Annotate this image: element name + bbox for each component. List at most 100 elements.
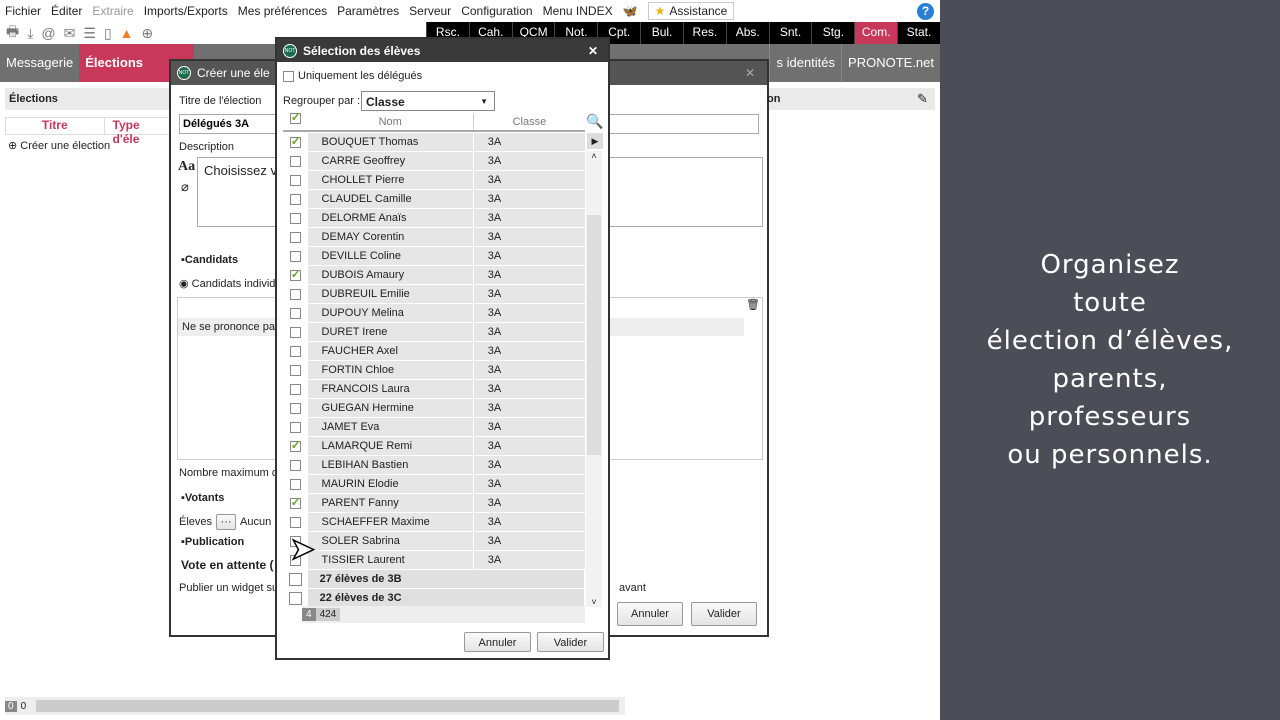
phone-icon[interactable]: ▯ — [104, 25, 112, 42]
group-checkbox[interactable] — [288, 591, 302, 605]
student-row[interactable]: LEBIHAN Bastien 3A — [283, 456, 585, 475]
menu-3[interactable]: Imports/Exports — [144, 4, 228, 18]
tab-10[interactable]: Com. — [854, 22, 898, 44]
student-checkbox[interactable] — [289, 516, 301, 528]
student-row[interactable]: DUBOIS Amaury3A — [283, 266, 585, 285]
student-row[interactable]: DEVILLE Coline 3A — [283, 247, 585, 266]
student-row[interactable]: CHOLLET Pierre 3A — [283, 171, 585, 190]
student-checkbox[interactable] — [289, 174, 301, 186]
student-row[interactable]: FAUCHER Axel 3A — [283, 342, 585, 361]
trash-icon[interactable]: 🗑 — [746, 298, 760, 311]
student-checkbox[interactable] — [289, 288, 301, 300]
attach-icon[interactable]: ⌀ — [181, 179, 189, 195]
select-all-checkbox[interactable] — [283, 110, 308, 130]
tab-7[interactable]: Abs. — [725, 22, 769, 44]
student-checkbox[interactable] — [289, 250, 301, 262]
student-row[interactable]: FRANCOIS Laura 3A — [283, 380, 585, 399]
tab-11[interactable]: Stat. — [897, 22, 940, 44]
edit-icon[interactable]: ✎ — [917, 91, 928, 107]
student-row[interactable]: LAMARQUE Remi3A — [283, 437, 585, 456]
select-validate-button[interactable]: Valider — [537, 632, 604, 652]
student-row[interactable]: JAMET Eva 3A — [283, 418, 585, 437]
nav-pronote[interactable]: PRONOTE.net — [841, 44, 940, 82]
font-icon[interactable]: Aa — [178, 159, 195, 175]
nav-messagerie[interactable]: Messagerie — [0, 44, 79, 82]
email-icon[interactable]: @ — [41, 25, 55, 41]
student-checkbox[interactable] — [289, 267, 301, 281]
student-checkbox[interactable] — [289, 345, 301, 357]
group-checkbox[interactable] — [288, 572, 302, 586]
tab-9[interactable]: Stg. — [811, 22, 854, 44]
student-checkbox[interactable] — [289, 421, 301, 433]
menu-8[interactable]: Menu INDEX — [543, 4, 613, 18]
group-select[interactable]: Classe ▼ — [361, 91, 495, 111]
student-row[interactable]: GUEGAN Hermine 3A — [283, 399, 585, 418]
menu-1[interactable]: Éditer — [51, 4, 82, 18]
create-validate-button[interactable]: Valider — [691, 602, 757, 626]
student-checkbox[interactable] — [289, 364, 301, 376]
student-checkbox[interactable] — [289, 459, 301, 471]
student-checkbox[interactable] — [289, 383, 301, 395]
v-scrollbar[interactable]: ˄ ˅ — [586, 151, 602, 607]
student-checkbox[interactable] — [289, 307, 301, 319]
student-row[interactable]: DELORME Anaïs 3A — [283, 209, 585, 228]
col-nom[interactable]: Nom — [308, 113, 474, 130]
student-row[interactable]: SCHAEFFER Maxime 3A — [283, 513, 585, 532]
print-icon[interactable]: 🖶 — [6, 21, 19, 45]
only-delegates-checkbox[interactable]: Uniquement les délégués — [283, 70, 422, 82]
student-row[interactable]: TISSIER Laurent 3A — [283, 551, 585, 570]
student-row[interactable]: DUBREUIL Emilie 3A — [283, 285, 585, 304]
student-checkbox[interactable] — [289, 155, 301, 167]
student-row[interactable]: FORTIN Chloe 3A — [283, 361, 585, 380]
student-checkbox[interactable] — [289, 193, 301, 205]
menu-0[interactable]: Fichier — [5, 4, 41, 18]
student-row[interactable]: DEMAY Corentin 3A — [283, 228, 585, 247]
list-icon[interactable]: ☰ — [83, 25, 96, 42]
alarm-icon[interactable]: ▲ — [120, 25, 134, 41]
student-checkbox[interactable] — [289, 438, 301, 452]
group-row[interactable]: 27 élèves de 3B — [283, 570, 585, 589]
student-checkbox[interactable] — [289, 134, 301, 148]
menu-7[interactable]: Configuration — [461, 4, 532, 18]
student-row[interactable]: BOUQUET Thomas3A — [283, 133, 585, 152]
menu-6[interactable]: Serveur — [409, 4, 451, 18]
menu-4[interactable]: Mes préférences — [238, 4, 327, 18]
download-icon[interactable]: ⤓ — [27, 25, 33, 42]
create-election-link[interactable]: ⊕ Créer une élection — [8, 139, 110, 152]
student-row[interactable]: DURET Irene 3A — [283, 323, 585, 342]
tab-5[interactable]: Bul. — [640, 22, 683, 44]
search-icon[interactable]: 🔍 — [586, 113, 603, 130]
student-row[interactable]: MAURIN Elodie 3A — [283, 475, 585, 494]
group-row[interactable]: 22 élèves de 3C — [283, 589, 585, 607]
student-checkbox[interactable] — [289, 478, 301, 490]
student-row[interactable]: CARRE Geoffrey 3A — [283, 152, 585, 171]
expand-arrow-icon[interactable]: ▶ — [587, 133, 603, 149]
student-checkbox[interactable] — [289, 402, 301, 414]
student-row[interactable]: DUPOUY Melina 3A — [283, 304, 585, 323]
student-row[interactable]: PARENT Fanny3A — [283, 494, 585, 513]
more-button[interactable]: ··· — [216, 514, 237, 530]
menu-5[interactable]: Paramètres — [337, 4, 399, 18]
select-cancel-button[interactable]: Annuler — [464, 632, 531, 652]
zoom-icon[interactable]: ⊕ — [142, 25, 154, 42]
mail-icon[interactable]: ✉ — [64, 25, 76, 42]
tab-6[interactable]: Res. — [682, 22, 726, 44]
assistance-button[interactable]: ★ Assistance — [647, 2, 735, 20]
nav-identites[interactable]: s identités — [769, 44, 841, 82]
student-row[interactable]: SOLER Sabrina 3A — [283, 532, 585, 551]
col-classe[interactable]: Classe — [474, 113, 585, 130]
candidats-radio[interactable]: ◉ Candidats individu — [179, 277, 282, 290]
col-type[interactable]: Type d'éle — [105, 118, 169, 146]
h-scrollbar[interactable] — [36, 700, 619, 712]
student-checkbox[interactable] — [289, 212, 301, 224]
tab-8[interactable]: Snt. — [768, 22, 812, 44]
student-checkbox[interactable] — [289, 495, 301, 509]
close-icon[interactable]: ✕ — [588, 44, 598, 58]
student-checkbox[interactable] — [289, 326, 301, 338]
close-icon[interactable]: ✕ — [745, 66, 755, 80]
create-cancel-button[interactable]: Annuler — [617, 602, 683, 626]
col-titre[interactable]: Titre — [6, 118, 105, 134]
student-row[interactable]: CLAUDEL Camille 3A — [283, 190, 585, 209]
menu-2[interactable]: Extraire — [92, 4, 133, 18]
help-icon[interactable]: ? — [917, 3, 934, 20]
